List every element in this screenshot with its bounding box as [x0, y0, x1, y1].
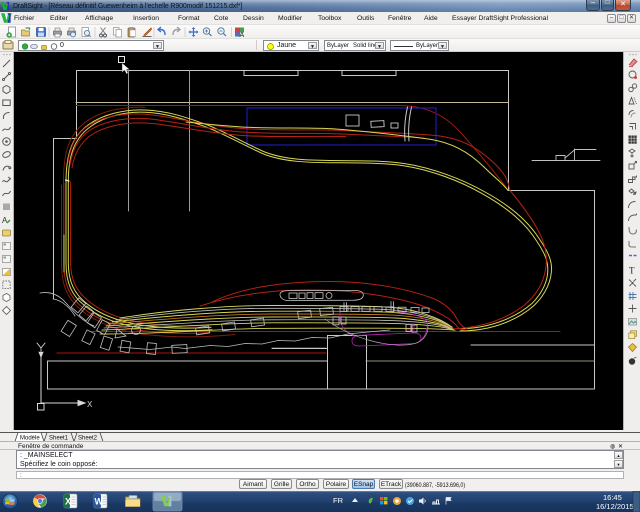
svg-text:W: W	[95, 497, 104, 507]
svg-text:A: A	[240, 32, 245, 39]
svg-text:X: X	[87, 400, 93, 409]
svg-text:16/12/2015: 16/12/2015	[596, 502, 634, 511]
svg-text:T: T	[629, 266, 635, 276]
svg-text:FR: FR	[333, 496, 344, 505]
svg-text:X: X	[65, 497, 71, 507]
svg-text:16:45: 16:45	[603, 493, 622, 502]
svg-text:A: A	[2, 216, 8, 225]
